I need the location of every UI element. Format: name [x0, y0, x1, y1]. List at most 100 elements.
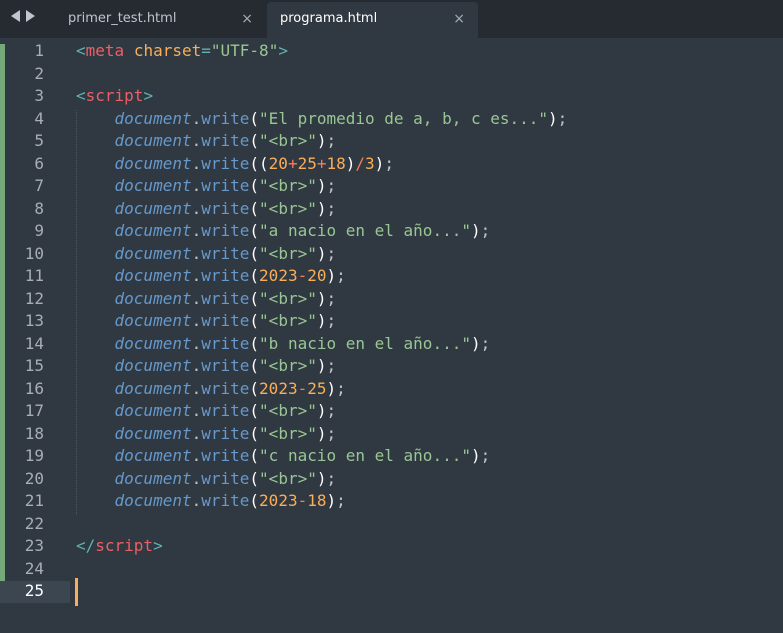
code-token: 25: [307, 378, 327, 398]
code-token: write: [201, 401, 250, 420]
code-token: write: [201, 378, 250, 398]
code-token: ;: [326, 356, 337, 375]
code-line: document.write(2023-20);: [76, 265, 346, 288]
close-icon[interactable]: ×: [241, 11, 253, 27]
line-number: 22: [24, 513, 44, 533]
code-line: document.write("<br>");: [76, 468, 337, 491]
code-token: "UTF-8": [210, 41, 279, 60]
code-token: ;: [326, 311, 337, 330]
line-number: 25: [24, 581, 44, 600]
code-token: "<br>": [259, 288, 317, 308]
code-token: "<br>": [259, 468, 317, 488]
code-token: (: [249, 491, 260, 510]
code-token: /: [355, 153, 366, 173]
code-token: <: [76, 86, 86, 105]
code-line: document.write(2023-18);: [76, 490, 346, 513]
code-token: document: [114, 446, 192, 465]
code-line: document.write("<br>");: [76, 175, 337, 198]
tab-primer-test[interactable]: primer_test.html ×: [55, 2, 266, 38]
code-token: document: [114, 198, 192, 218]
code-token: write: [201, 311, 250, 330]
tab-label: programa.html: [280, 11, 378, 26]
code-token: "El promedio de a, b, c es...": [259, 108, 549, 128]
code-token: -: [297, 378, 308, 398]
code-token: 18: [307, 491, 327, 510]
code-token: 25: [297, 153, 317, 173]
code-line: <meta charset="UTF-8">: [76, 40, 288, 63]
code-token: script: [95, 536, 154, 555]
code-line: document.write("<br>");: [76, 130, 337, 153]
code-token: "<br>": [259, 423, 317, 443]
code-line: <script>: [76, 85, 153, 108]
code-line: document.write("<br>");: [76, 243, 337, 266]
code-token: ): [345, 153, 356, 173]
code-token: (: [249, 243, 260, 263]
code-token: .: [191, 266, 202, 285]
code-line: document.write("c nacio en el año...");: [76, 445, 491, 468]
code-token: document: [114, 356, 192, 375]
code-token: ;: [326, 176, 337, 195]
line-number-gutter: 1 2 3 4 5 6 7 8 9 10 11 12 13 14 15 16 17 18 19 20 21 22 23 24 2…: [0, 38, 70, 633]
code-token: write: [201, 198, 250, 218]
code-editor[interactable]: 1 2 3 4 5 6 7 8 9 10 11 12 13 14 15 16 17 18 19 20 21 22 23 24 2…: [0, 38, 783, 633]
code-token: (: [249, 333, 260, 353]
code-token: ;: [326, 423, 337, 443]
code-token: document: [114, 243, 192, 263]
code-token: .: [191, 356, 202, 375]
code-token: write: [201, 333, 250, 353]
code-token: .: [191, 446, 202, 465]
code-token: ;: [384, 153, 394, 173]
code-token: ;: [326, 401, 337, 420]
code-token: -: [297, 266, 308, 285]
code-token: .: [191, 288, 202, 308]
code-token: =: [201, 41, 211, 60]
arrow-left-icon[interactable]: [11, 10, 20, 22]
code-token: "c nacio en el año...": [259, 446, 471, 465]
code-line: document.write("El promedio de a, b, c e…: [76, 108, 568, 131]
code-token: (: [249, 468, 260, 488]
editor-window: primer_test.html × programa.html × 12345…: [0, 0, 783, 633]
code-token: .: [191, 401, 202, 420]
code-token: document: [114, 401, 192, 420]
line-number: 24: [24, 558, 44, 578]
code-line: document.write(2023-25);: [76, 378, 346, 401]
arrow-right-icon[interactable]: [26, 10, 35, 22]
code-token: (: [249, 423, 260, 443]
code-token: ;: [326, 131, 337, 150]
line-number: 7: [34, 176, 44, 195]
code-token: ;: [326, 288, 337, 308]
code-token: "<br>": [259, 401, 317, 420]
code-token: ;: [480, 221, 491, 240]
line-number: 12: [24, 288, 44, 308]
code-token: document: [114, 221, 192, 240]
code-token: document: [114, 378, 192, 398]
code-token: write: [201, 423, 250, 443]
code-token: 20: [268, 153, 288, 173]
code-line: document.write((20+25+18)/3);: [76, 153, 394, 176]
code-token: document: [114, 423, 192, 443]
code-line: document.write("<br>");: [76, 310, 337, 333]
code-token: "<br>": [259, 198, 317, 218]
code-token: script: [85, 86, 144, 105]
close-icon[interactable]: ×: [453, 11, 465, 27]
code-token: "<br>": [259, 176, 317, 195]
code-token: write: [201, 288, 250, 308]
code-token: write: [201, 491, 250, 510]
code-token: .: [191, 333, 202, 353]
code-token: ): [374, 153, 385, 173]
code-token: document: [114, 176, 192, 195]
code-token: (: [249, 378, 260, 398]
line-number: 11: [24, 266, 44, 285]
tab-programa[interactable]: programa.html ×: [267, 2, 478, 38]
code-token: ((: [249, 153, 269, 173]
code-token: .: [191, 311, 202, 330]
line-number: 15: [24, 356, 44, 375]
code-token: ): [326, 266, 337, 285]
